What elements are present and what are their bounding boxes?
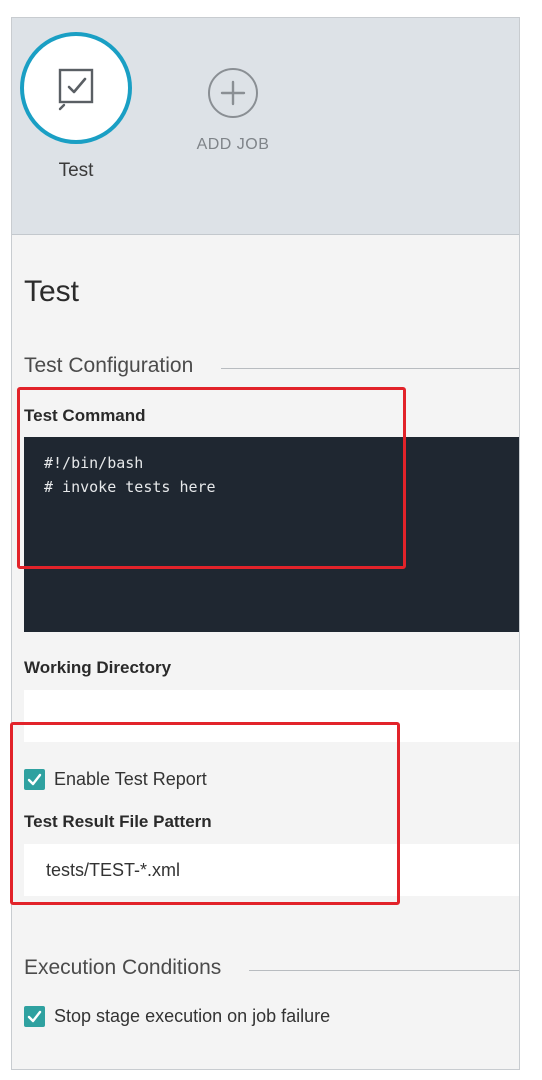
job-test-label: Test — [58, 160, 94, 181]
section-divider — [249, 970, 519, 971]
test-command-editor[interactable]: #!/bin/bash # invoke tests here — [24, 437, 519, 632]
stage-config-panel: Test ADD JOB Test Test Configuration Tes… — [11, 17, 520, 1070]
test-configuration-heading: Test Configuration — [24, 354, 194, 377]
add-job-button[interactable]: ADD JOB — [178, 68, 288, 154]
code-line: #!/bin/bash — [44, 454, 144, 472]
code-line: # invoke tests here — [44, 478, 216, 496]
job-test-circle[interactable] — [20, 32, 132, 144]
job-test[interactable]: Test — [20, 32, 132, 182]
stop-on-failure-label: Stop stage execution on job failure — [54, 1006, 331, 1026]
section-divider — [221, 368, 519, 369]
checkbox-checked-icon[interactable] — [24, 1006, 45, 1027]
execution-conditions-heading: Execution Conditions — [24, 956, 222, 979]
add-job-label: ADD JOB — [196, 136, 270, 153]
jobs-bar: Test ADD JOB — [12, 18, 519, 235]
plus-circle-icon[interactable] — [208, 68, 258, 118]
working-directory-input[interactable] — [24, 690, 519, 742]
enable-test-report-checkbox[interactable]: Enable Test Report — [24, 769, 207, 790]
test-result-pattern-input[interactable]: tests/TEST-*.xml — [24, 844, 519, 896]
test-checkbox-icon — [58, 68, 94, 111]
working-directory-label: Working Directory — [24, 658, 172, 677]
stop-on-failure-checkbox[interactable]: Stop stage execution on job failure — [24, 1006, 330, 1027]
checkbox-checked-icon[interactable] — [24, 769, 45, 790]
test-command-label: Test Command — [24, 406, 146, 425]
page-title: Test — [24, 275, 80, 308]
test-result-pattern-label: Test Result File Pattern — [24, 812, 212, 831]
enable-test-report-label: Enable Test Report — [54, 769, 207, 789]
